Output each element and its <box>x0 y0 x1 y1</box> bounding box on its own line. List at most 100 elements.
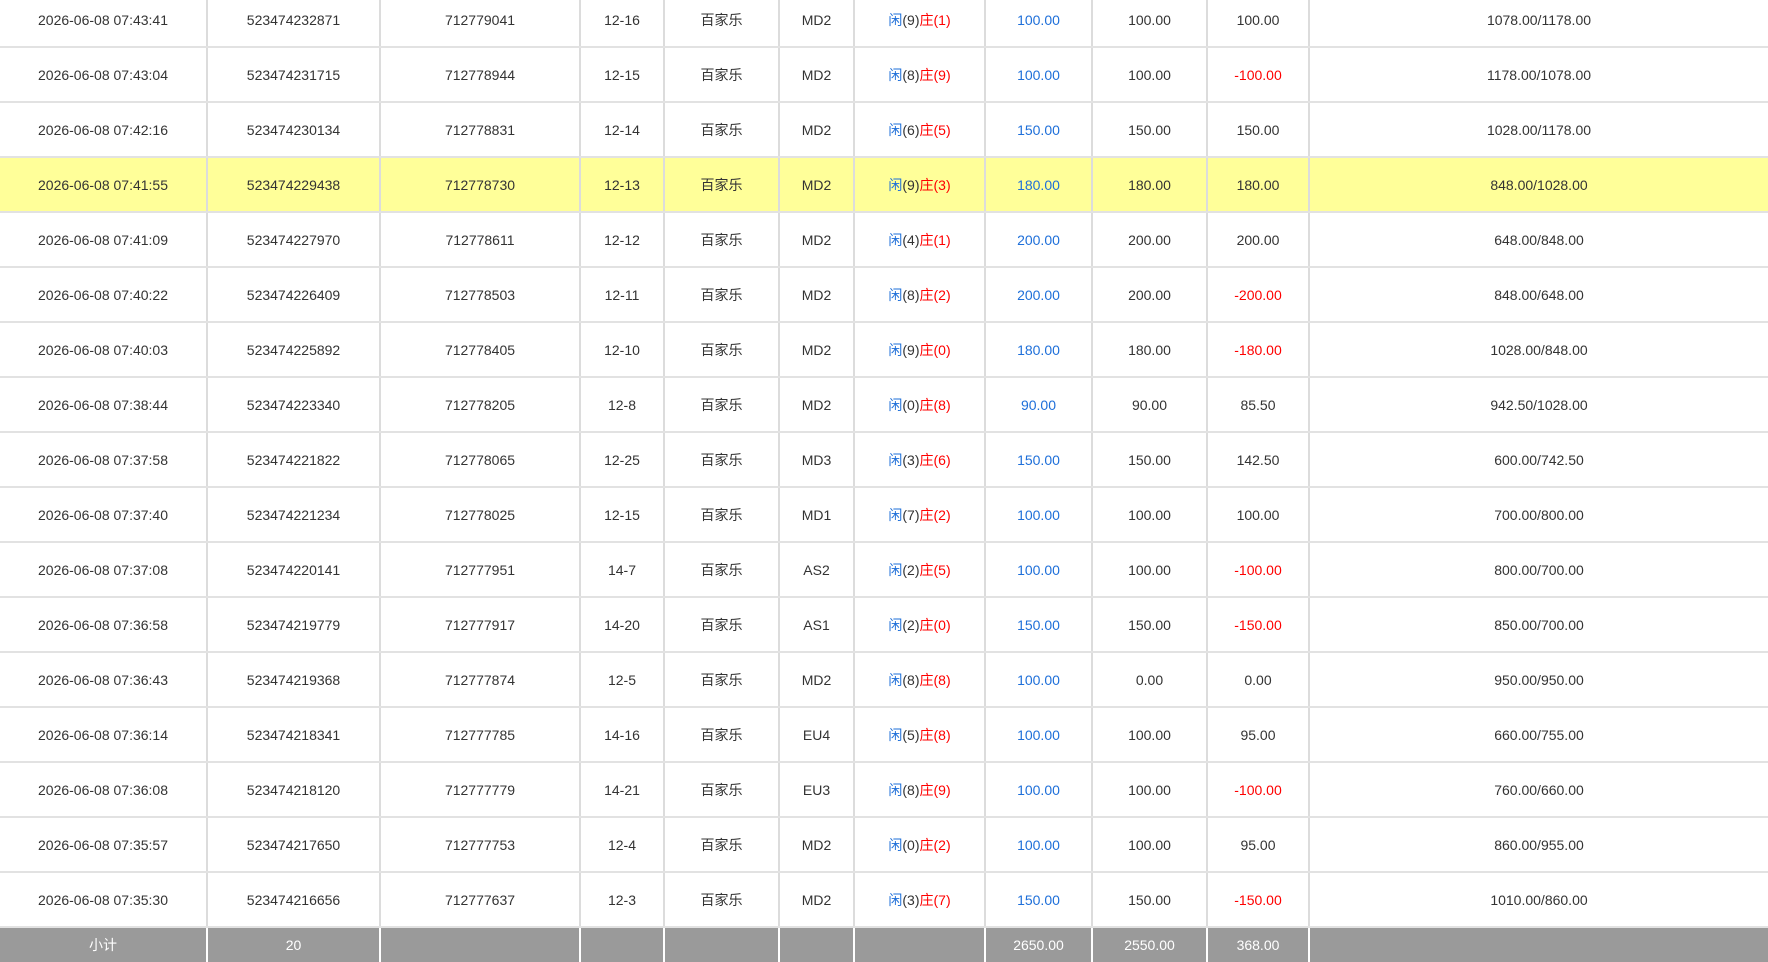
banker-points: (8) <box>933 726 951 743</box>
balance-cell: 860.00/955.00 <box>1309 817 1768 873</box>
balance-cell: 1028.00/1178.00 <box>1309 102 1768 158</box>
shoe-round-cell: 12-12 <box>580 212 665 268</box>
game-type-cell: 百家乐 <box>664 872 780 928</box>
result-cell: 闲(5)庄(8) <box>854 707 986 763</box>
valid-bet-cell: 150.00 <box>1092 597 1208 653</box>
subtotal-count: 20 <box>207 927 381 962</box>
valid-bet-cell: 100.00 <box>1092 47 1208 103</box>
table-row: 2026-06-08 07:36:58 523474219779 712777917… <box>0 597 1768 653</box>
balance-cell: 700.00/800.00 <box>1309 487 1768 543</box>
shoe-round-cell: 12-14 <box>580 102 665 158</box>
balance-cell: 942.50/1028.00 <box>1309 377 1768 433</box>
table-code-cell: MD3 <box>779 432 855 488</box>
table-code-cell: MD2 <box>779 47 855 103</box>
game-type-cell: 百家乐 <box>664 487 780 543</box>
valid-bet-cell: 180.00 <box>1092 322 1208 378</box>
banker-points: (6) <box>933 451 951 468</box>
game-type-cell: 百家乐 <box>664 212 780 268</box>
bet-id-cell: 523474225892 <box>207 322 381 378</box>
player-label: 闲 <box>888 506 903 523</box>
result-cell: 闲(8)庄(9) <box>854 762 986 818</box>
bet-id-cell: 523474227970 <box>207 212 381 268</box>
valid-bet-cell: 0.00 <box>1092 652 1208 708</box>
game-id-cell: 712777917 <box>380 597 581 653</box>
shoe-round-cell: 12-4 <box>580 817 665 873</box>
balance-cell: 950.00/950.00 <box>1309 652 1768 708</box>
game-type-cell: 百家乐 <box>664 267 780 323</box>
balance-cell: 800.00/700.00 <box>1309 542 1768 598</box>
bet-id-cell: 523474216656 <box>207 872 381 928</box>
banker-points: (2) <box>933 286 951 303</box>
balance-cell: 848.00/648.00 <box>1309 267 1768 323</box>
bet-amount-cell: 100.00 <box>985 0 1093 48</box>
win-loss-cell: 0.00 <box>1207 652 1310 708</box>
shoe-round-cell: 14-20 <box>580 597 665 653</box>
player-points: (3) <box>902 451 920 468</box>
result-cell: 闲(9)庄(0) <box>854 322 986 378</box>
valid-bet-cell: 100.00 <box>1092 542 1208 598</box>
bet-amount-cell: 100.00 <box>985 652 1093 708</box>
bet-id-cell: 523474219368 <box>207 652 381 708</box>
game-type-cell: 百家乐 <box>664 542 780 598</box>
player-label: 闲 <box>888 726 903 743</box>
result-cell: 闲(8)庄(8) <box>854 652 986 708</box>
game-type-cell: 百家乐 <box>664 652 780 708</box>
subtotal-label: 小计 <box>0 927 208 962</box>
valid-bet-cell: 180.00 <box>1092 157 1208 213</box>
table-code-cell: MD2 <box>779 212 855 268</box>
table-row: 2026-06-08 07:35:57 523474217650 712777753… <box>0 817 1768 873</box>
shoe-round-cell: 14-16 <box>580 707 665 763</box>
bet-id-cell: 523474232871 <box>207 0 381 48</box>
banker-points: (2) <box>933 506 951 523</box>
game-id-cell: 712777637 <box>380 872 581 928</box>
table-code-cell: MD2 <box>779 872 855 928</box>
bet-time-cell: 2026-06-08 07:37:58 <box>0 432 208 488</box>
valid-bet-cell: 90.00 <box>1092 377 1208 433</box>
game-type-cell: 百家乐 <box>664 322 780 378</box>
win-loss-cell: 100.00 <box>1207 0 1310 48</box>
balance-cell: 660.00/755.00 <box>1309 707 1768 763</box>
game-id-cell: 712777874 <box>380 652 581 708</box>
result-cell: 闲(0)庄(8) <box>854 377 986 433</box>
table-row: 2026-06-08 07:36:43 523474219368 712777874… <box>0 652 1768 708</box>
result-cell: 闲(0)庄(2) <box>854 817 986 873</box>
bet-amount-cell: 100.00 <box>985 487 1093 543</box>
banker-label: 庄 <box>919 121 934 138</box>
banker-points: (1) <box>933 231 951 248</box>
bet-amount-cell: 100.00 <box>985 817 1093 873</box>
win-loss-cell: -100.00 <box>1207 542 1310 598</box>
banker-label: 庄 <box>919 561 934 578</box>
bet-time-cell: 2026-06-08 07:35:30 <box>0 872 208 928</box>
bet-amount-cell: 100.00 <box>985 542 1093 598</box>
player-label: 闲 <box>888 561 903 578</box>
subtotal-empty-cell <box>664 927 780 962</box>
table-code-cell: MD1 <box>779 487 855 543</box>
player-points: (3) <box>902 891 920 908</box>
balance-cell: 1028.00/848.00 <box>1309 322 1768 378</box>
banker-points: (3) <box>933 176 951 193</box>
player-points: (8) <box>902 286 920 303</box>
player-points: (2) <box>902 561 920 578</box>
banker-points: (5) <box>933 121 951 138</box>
game-id-cell: 712779041 <box>380 0 581 48</box>
player-points: (8) <box>902 781 920 798</box>
banker-label: 庄 <box>919 836 934 853</box>
bet-amount-cell: 150.00 <box>985 597 1093 653</box>
balance-cell: 850.00/700.00 <box>1309 597 1768 653</box>
banker-label: 庄 <box>919 11 934 28</box>
player-label: 闲 <box>888 176 903 193</box>
table-row: 2026-06-08 07:36:14 523474218341 712777785… <box>0 707 1768 763</box>
balance-cell: 848.00/1028.00 <box>1309 157 1768 213</box>
player-label: 闲 <box>888 891 903 908</box>
valid-bet-cell: 100.00 <box>1092 707 1208 763</box>
game-type-cell: 百家乐 <box>664 707 780 763</box>
valid-bet-cell: 100.00 <box>1092 0 1208 48</box>
banker-label: 庄 <box>919 231 934 248</box>
table-row: 2026-06-08 07:41:55 523474229438 712778730… <box>0 157 1768 213</box>
shoe-round-cell: 14-21 <box>580 762 665 818</box>
result-cell: 闲(8)庄(2) <box>854 267 986 323</box>
banker-label: 庄 <box>919 396 934 413</box>
bet-id-cell: 523474229438 <box>207 157 381 213</box>
subtotal-valid-total: 2550.00 <box>1092 927 1208 962</box>
game-type-cell: 百家乐 <box>664 432 780 488</box>
